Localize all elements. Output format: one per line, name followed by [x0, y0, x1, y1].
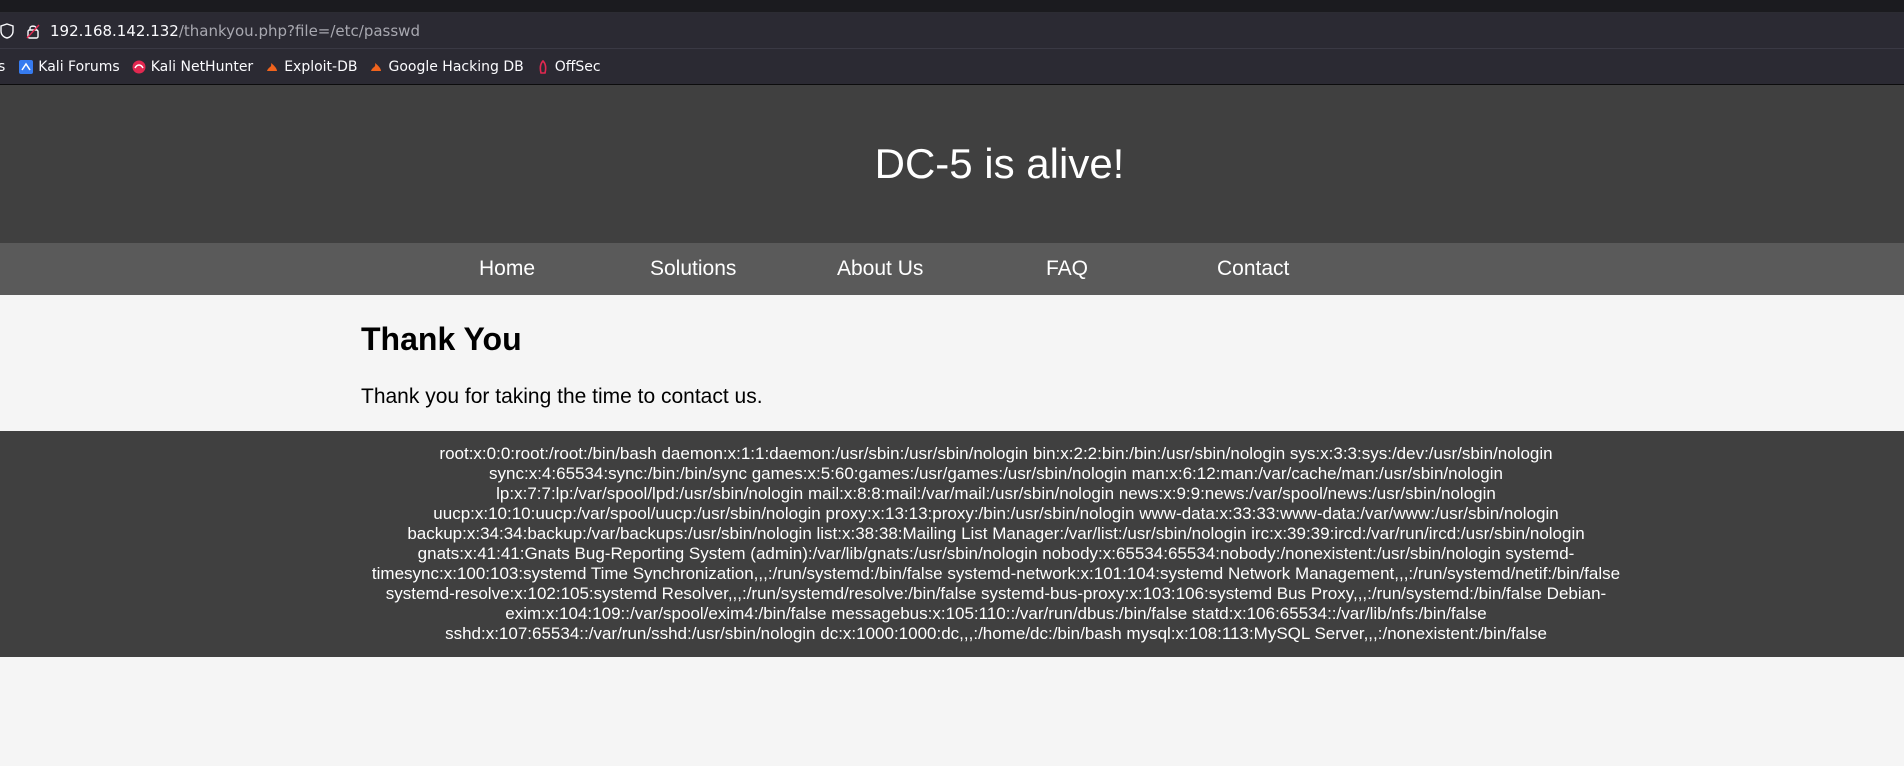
tracking-protection-shield-icon[interactable]	[0, 22, 14, 39]
bookmark-label: Google Hacking DB	[388, 58, 524, 75]
nav-home[interactable]: Home	[479, 243, 535, 295]
site-nav: Home Solutions About Us FAQ Contact	[0, 243, 1904, 295]
url-path: /thankyou.php?file=/etc/passwd	[178, 21, 420, 40]
bookmark-exploit-db[interactable]: Exploit-DB	[265, 59, 357, 75]
nav-about-us[interactable]: About Us	[837, 243, 923, 295]
bookmark-label: Kali NetHunter	[150, 58, 254, 75]
main-content: Thank You Thank you for taking the time …	[0, 295, 1904, 431]
site-title: DC-5 is alive!	[874, 140, 1125, 187]
browser-tab-strip	[0, 0, 1904, 13]
bookmark-kali-forums[interactable]: Kali Forums	[19, 58, 120, 75]
nav-faq[interactable]: FAQ	[1046, 243, 1088, 295]
bookmark-partial[interactable]: s	[0, 59, 5, 75]
bookmark-kali-nethunter[interactable]: Kali NetHunter	[132, 59, 253, 75]
nav-contact[interactable]: Contact	[1217, 243, 1289, 295]
insecure-lock-icon[interactable]	[26, 23, 40, 39]
bookmark-label: Kali Forums	[38, 58, 120, 75]
offsec-icon	[536, 59, 550, 74]
footer-passwd-output: root:x:0:0:root:/root:/bin/bash daemon:x…	[371, 444, 1621, 643]
site-header: DC-5 is alive!	[0, 85, 1904, 243]
bookmarks-toolbar: s Kali Forums Kali NetHunter Exploit-DB …	[0, 49, 1904, 85]
nav-solutions[interactable]: Solutions	[650, 243, 736, 295]
kali-forums-icon	[19, 59, 34, 74]
google-hacking-db-icon	[369, 60, 383, 74]
bookmark-google-hacking-db[interactable]: Google Hacking DB	[369, 58, 524, 75]
url-host: 192.168.142.132	[50, 21, 179, 40]
site-footer: root:x:0:0:root:/root:/bin/bash daemon:x…	[0, 431, 1904, 657]
bookmark-label: OffSec	[554, 58, 601, 75]
bookmark-offsec[interactable]: OffSec	[536, 59, 601, 75]
thank-you-message: Thank you for taking the time to contact…	[361, 385, 763, 408]
kali-nethunter-icon	[132, 60, 146, 74]
page-heading: Thank You	[361, 321, 522, 357]
bookmark-label: Exploit-DB	[284, 58, 358, 75]
address-bar[interactable]: 192.168.142.132/thankyou.php?file=/etc/p…	[0, 13, 1904, 49]
exploit-db-icon	[265, 60, 279, 74]
